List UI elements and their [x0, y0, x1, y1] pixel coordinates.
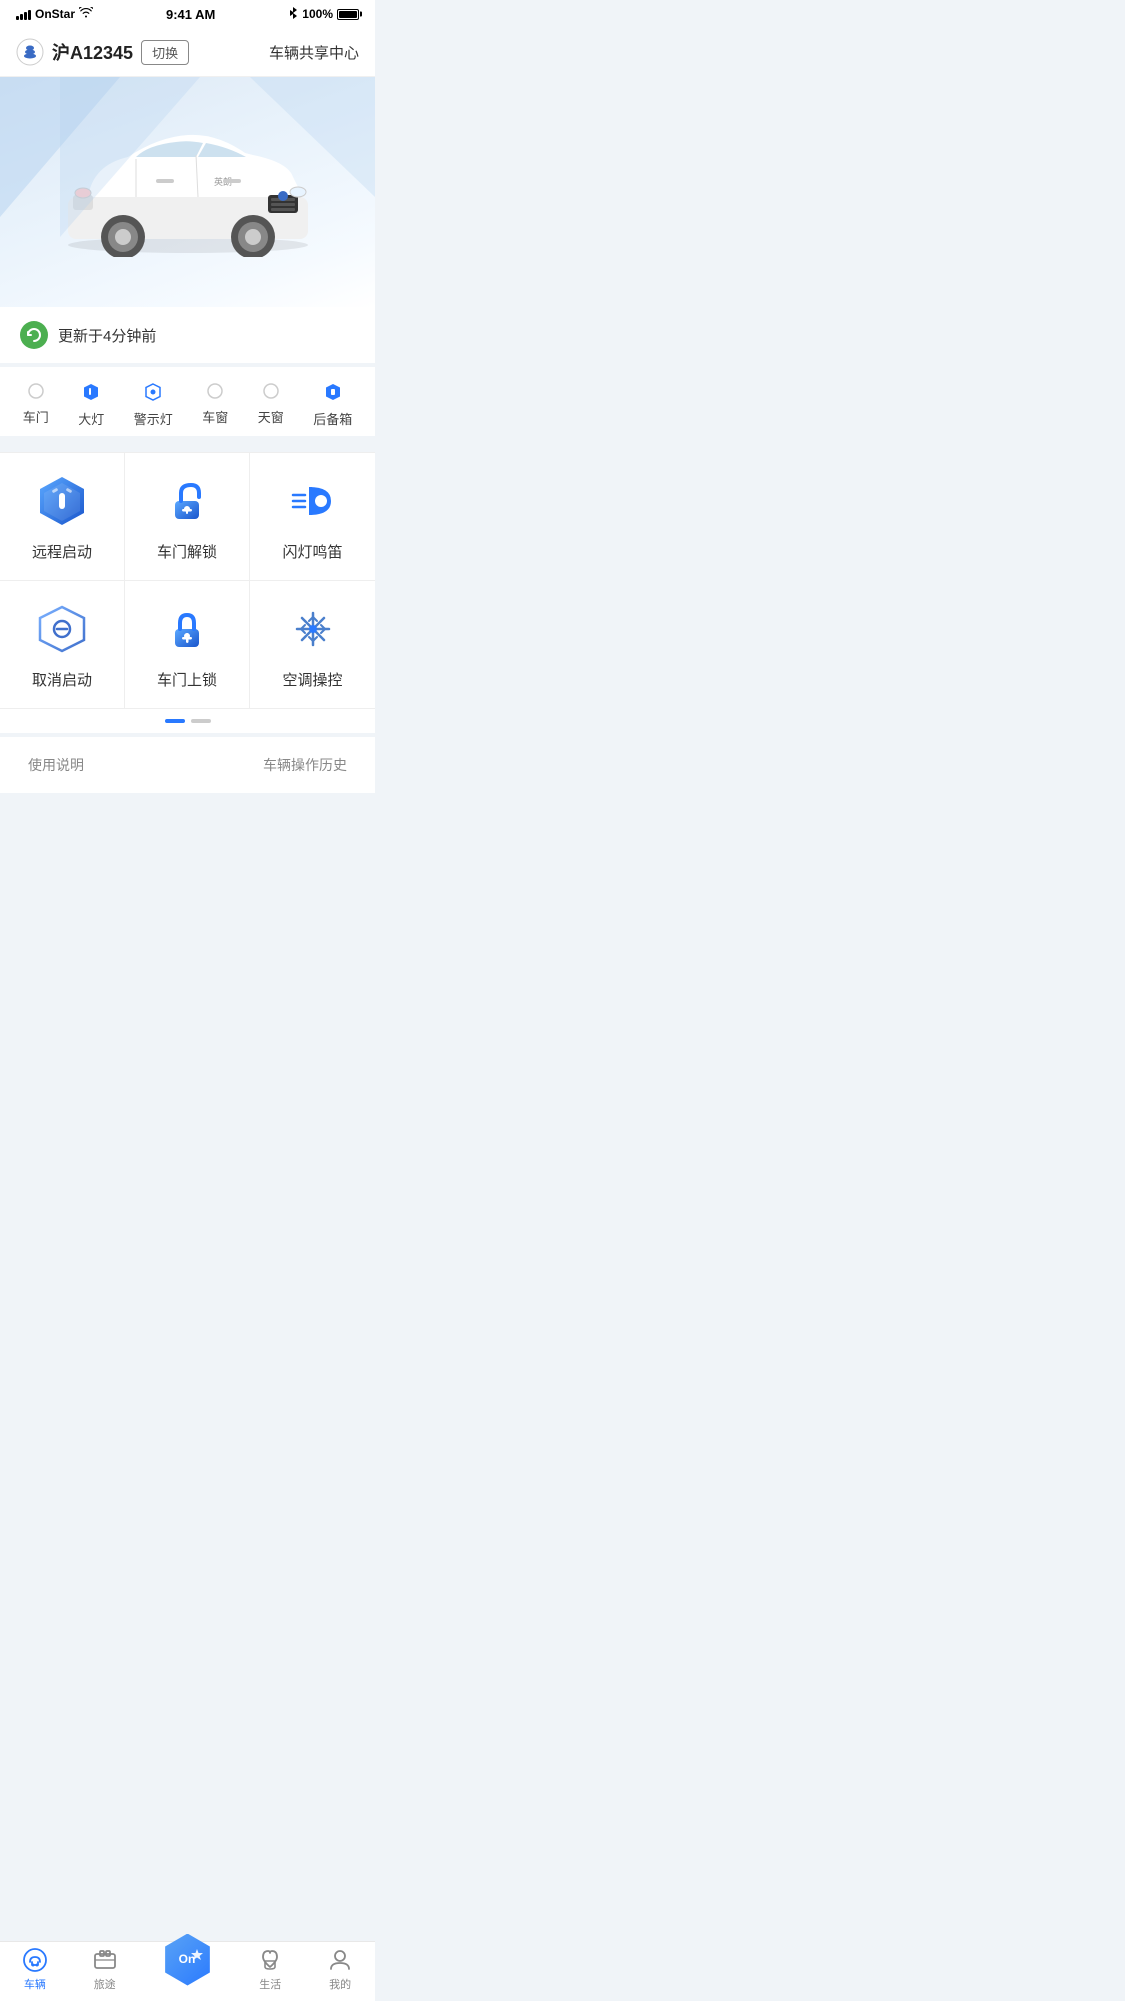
tab-vehicle[interactable]: 车辆 [22, 1947, 48, 1992]
tab-life[interactable]: 生活 [257, 1947, 283, 1992]
status-bar: OnStar 9:41 AM 100% [0, 0, 375, 28]
car-image: 英朗 [16, 97, 359, 257]
headlight-indicator-icon [83, 383, 99, 401]
trunk-indicator-icon [325, 383, 341, 401]
header-left: 沪A12345 切换 [16, 38, 269, 66]
switch-button[interactable]: 切换 [141, 40, 189, 65]
door-unlock-icon [161, 475, 213, 527]
hazard-label: 警示灯 [134, 409, 173, 428]
action-cancel-start[interactable]: 取消启动 [0, 581, 125, 709]
share-center-link[interactable]: 车辆共享中心 [269, 42, 359, 63]
battery-icon [337, 9, 359, 20]
car-hero: 英朗 [0, 77, 375, 307]
action-ac-control[interactable]: 空调操控 [250, 581, 375, 709]
status-time: 9:41 AM [166, 7, 215, 22]
headlight-label: 大灯 [78, 409, 104, 428]
cancel-start-label: 取消启动 [32, 669, 92, 690]
door-unlock-label: 车门解锁 [157, 541, 217, 562]
door-indicator-icon [28, 383, 44, 399]
window-indicator-icon [207, 383, 223, 399]
carrier-label: OnStar [35, 7, 75, 21]
action-door-unlock[interactable]: 车门解锁 [125, 453, 250, 581]
history-link[interactable]: 车辆操作历史 [263, 755, 347, 775]
refresh-row: 更新于4分钟前 [0, 307, 375, 363]
life-tab-label: 生活 [259, 1976, 281, 1992]
door-label: 车门 [23, 407, 49, 426]
dot-1 [165, 719, 185, 723]
sunroof-indicator-icon [263, 383, 279, 399]
indicator-door[interactable]: 车门 [23, 383, 49, 428]
status-indicators: 车门 大灯 警示灯 车窗 [0, 367, 375, 436]
remote-start-label: 远程启动 [32, 541, 92, 562]
sunroof-label: 天窗 [258, 407, 284, 426]
life-tab-icon [257, 1947, 283, 1973]
tab-onstar[interactable]: On [161, 1954, 213, 1986]
mine-tab-label: 我的 [329, 1976, 351, 1992]
vehicle-tab-icon [22, 1947, 48, 1973]
indicator-hazard[interactable]: 警示灯 [134, 383, 173, 428]
buick-logo-icon [16, 38, 44, 66]
signal-icon [16, 8, 31, 20]
trip-tab-label: 旅途 [94, 1976, 116, 1992]
action-flash-horn[interactable]: 闪灯鸣笛 [250, 453, 375, 581]
trunk-label: 后备箱 [313, 409, 352, 428]
onstar-center-icon: On [161, 1934, 213, 1986]
battery-percent: 100% [302, 7, 333, 21]
car-svg: 英朗 [28, 97, 348, 257]
action-door-lock[interactable]: 车门上锁 [125, 581, 250, 709]
tab-trip[interactable]: 旅途 [92, 1947, 118, 1992]
status-right: 100% [288, 6, 359, 23]
action-remote-start[interactable]: 远程启动 [0, 453, 125, 581]
instructions-link[interactable]: 使用说明 [28, 755, 84, 775]
indicator-headlight[interactable]: 大灯 [78, 383, 104, 428]
refresh-text: 更新于4分钟前 [58, 325, 156, 346]
door-lock-label: 车门上锁 [157, 669, 217, 690]
cancel-start-icon [36, 603, 88, 655]
window-label: 车窗 [202, 407, 228, 426]
bottom-links: 使用说明 车辆操作历史 [0, 737, 375, 793]
refresh-icon[interactable] [20, 321, 48, 349]
wifi-icon [79, 7, 93, 21]
hazard-indicator-icon [145, 383, 161, 401]
status-left: OnStar [16, 7, 93, 21]
mine-tab-icon [327, 1947, 353, 1973]
tab-bar: 车辆 旅途 On [0, 1941, 375, 2001]
plate-number: 沪A12345 [52, 39, 133, 65]
header: 沪A12345 切换 车辆共享中心 [0, 28, 375, 77]
door-lock-icon [161, 603, 213, 655]
dot-2 [191, 719, 211, 723]
flash-horn-icon [287, 475, 339, 527]
pagination-dots [0, 709, 375, 733]
vehicle-tab-label: 车辆 [24, 1976, 46, 1992]
remote-start-icon [36, 475, 88, 527]
indicator-sunroof[interactable]: 天窗 [258, 383, 284, 428]
bluetooth-icon [288, 6, 298, 23]
indicator-window[interactable]: 车窗 [202, 383, 228, 428]
ac-control-icon [287, 603, 339, 655]
flash-horn-label: 闪灯鸣笛 [282, 541, 342, 562]
indicator-trunk[interactable]: 后备箱 [313, 383, 352, 428]
trip-tab-icon [92, 1947, 118, 1973]
tab-mine[interactable]: 我的 [327, 1947, 353, 1992]
ac-control-label: 空调操控 [282, 669, 342, 690]
action-grid: 远程启动 [0, 452, 375, 709]
